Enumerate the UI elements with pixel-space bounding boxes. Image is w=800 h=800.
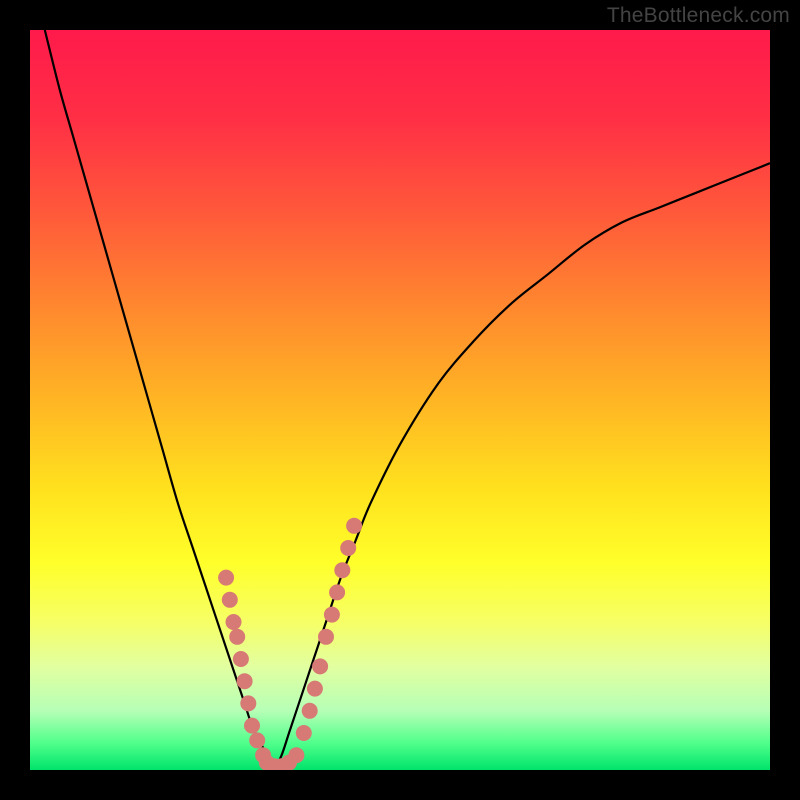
data-dot: [249, 732, 265, 748]
data-dot: [318, 629, 334, 645]
data-dot: [218, 570, 234, 586]
watermark-text: TheBottleneck.com: [607, 4, 790, 28]
data-dot: [346, 518, 362, 534]
data-dot: [302, 703, 318, 719]
right-curve: [274, 163, 770, 770]
curves-layer: [30, 30, 770, 770]
data-dot: [296, 725, 312, 741]
data-dot: [312, 658, 328, 674]
data-dot: [340, 540, 356, 556]
data-dot: [240, 695, 256, 711]
data-dot: [307, 681, 323, 697]
chart-stage: TheBottleneck.com: [0, 0, 800, 800]
data-dot: [334, 562, 350, 578]
data-dot: [229, 629, 245, 645]
data-dot: [329, 584, 345, 600]
data-dot: [233, 651, 249, 667]
data-dot: [288, 747, 304, 763]
data-dot: [226, 614, 242, 630]
data-dot: [237, 673, 253, 689]
plot-area: [30, 30, 770, 770]
data-dot: [324, 607, 340, 623]
data-dot: [244, 718, 260, 734]
data-dot: [222, 592, 238, 608]
